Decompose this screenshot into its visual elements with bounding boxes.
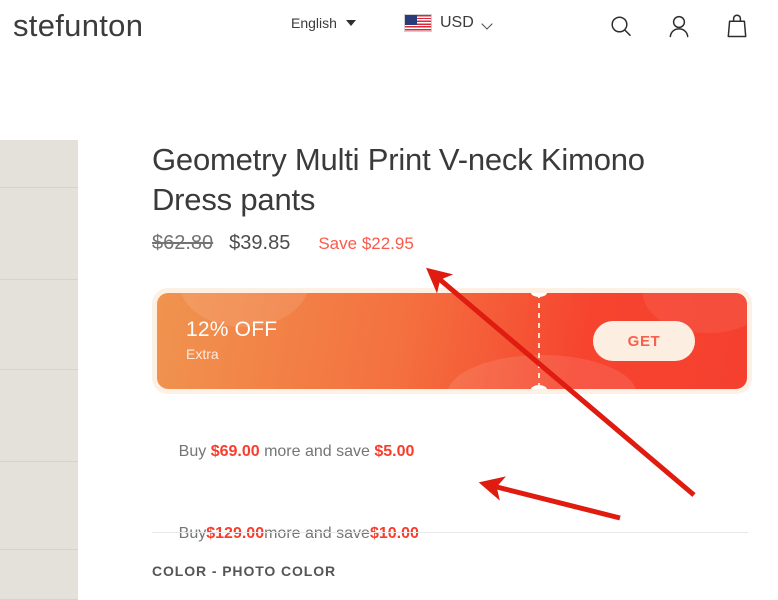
language-selector[interactable]: English <box>291 15 356 31</box>
currency-selector-label: USD <box>440 14 474 31</box>
header-actions <box>608 12 750 40</box>
tier-prefix: Buy <box>178 525 207 542</box>
cart-icon[interactable] <box>724 12 750 40</box>
search-icon[interactable] <box>608 12 634 40</box>
tier-row: Buy$129.00more and save$10.00 <box>152 502 572 565</box>
tier-save-amount: $10.00 <box>369 525 419 542</box>
coupon-get-button-label: GET <box>627 332 661 350</box>
chevron-down-icon <box>482 20 493 27</box>
price-original: $62.80 <box>152 232 214 254</box>
price-row: $62.80 $39.85 Save $22.95 <box>152 232 414 255</box>
account-icon[interactable] <box>666 12 692 40</box>
tier-middle: more and save <box>259 443 375 460</box>
product-title: Geometry Multi Print V-neck Kimono Dress… <box>152 142 645 217</box>
price-save-badge: Save $22.95 <box>318 234 414 253</box>
tier-save-amount: $5.00 <box>374 443 415 460</box>
color-option-label: COLOR - PHOTO COLOR <box>152 563 337 579</box>
tier-middle: more and save <box>264 525 370 542</box>
coupon-banner[interactable]: 12% OFF Extra GET <box>157 293 747 389</box>
site-header: stefunton English USD <box>0 0 778 62</box>
coupon-discount-text: 12% OFF <box>186 318 278 341</box>
coupon-notch-bottom <box>531 385 547 389</box>
price-current: $39.85 <box>229 232 291 254</box>
language-selector-label: English <box>291 15 337 31</box>
coupon-perforation-divider <box>538 293 540 389</box>
coupon-get-button[interactable]: GET <box>593 321 695 361</box>
tier-buy-amount: $129.00 <box>206 525 265 542</box>
tier-row: Buy$189.00more and save$15.00 <box>152 584 572 600</box>
product-page: stefunton English USD Geometry Multi Pri… <box>0 0 778 600</box>
tier-prefix: Buy <box>178 443 211 460</box>
us-flag-icon <box>404 14 432 32</box>
currency-selector[interactable]: USD <box>404 14 493 32</box>
section-divider <box>152 532 748 533</box>
site-logo[interactable]: stefunton <box>13 9 143 43</box>
coupon-subtitle: Extra <box>186 346 219 362</box>
product-image[interactable] <box>0 140 78 600</box>
coupon-notch-top <box>531 293 547 297</box>
tier-buy-amount: $69.00 <box>210 443 260 460</box>
tier-row: Buy $69.00 more and save $5.00 <box>152 420 572 483</box>
chevron-down-icon <box>345 20 356 26</box>
